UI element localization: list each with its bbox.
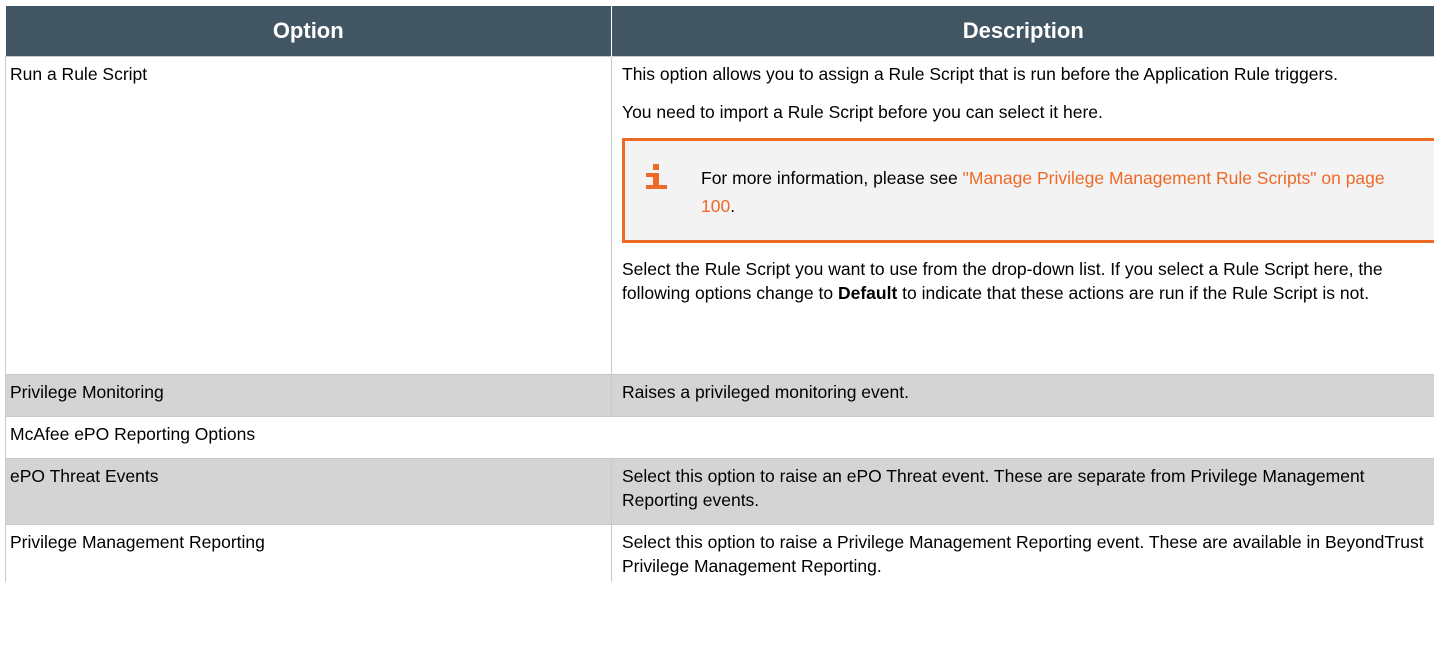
section-heading: McAfee ePO Reporting Options [5, 416, 1434, 459]
description-cell: This option allows you to assign a Rule … [611, 56, 1434, 375]
table-row: ePO Threat Events Select this option to … [5, 458, 1434, 525]
option-cell: Privilege Management Reporting [5, 524, 612, 582]
note-prefix: For more information, please see [701, 168, 963, 188]
description-cell: Select this option to raise an ePO Threa… [611, 458, 1434, 525]
note-text: For more information, please see "Manage… [701, 164, 1415, 220]
table-row: Privilege Monitoring Raises a privileged… [5, 374, 1434, 417]
options-table: Option Description Run a Rule Script Thi… [5, 6, 1434, 582]
section-row: McAfee ePO Reporting Options [5, 416, 1434, 459]
header-description: Description [611, 6, 1434, 57]
description-cell: Select this option to raise a Privilege … [611, 524, 1434, 582]
default-keyword: Default [837, 283, 898, 303]
option-cell: Privilege Monitoring [5, 374, 612, 417]
table-row: Run a Rule Script This option allows you… [5, 56, 1434, 375]
description-cell: Raises a privileged monitoring event. [611, 374, 1434, 417]
info-icon [646, 164, 667, 189]
note-suffix: . [730, 196, 736, 216]
option-cell: ePO Threat Events [5, 458, 612, 525]
description-text: You need to import a Rule Script before … [622, 102, 1103, 122]
description-text: This option allows you to assign a Rule … [622, 64, 1338, 84]
table-header: Option Description [5, 6, 1434, 57]
option-cell: Run a Rule Script [5, 56, 612, 375]
description-text: Select the Rule Script you want to use f… [622, 257, 1434, 305]
info-note: For more information, please see "Manage… [622, 138, 1434, 243]
header-option: Option [5, 6, 612, 57]
text-segment: to indicate that these actions are run i… [897, 283, 1370, 303]
table-row: Privilege Management Reporting Select th… [5, 524, 1434, 582]
